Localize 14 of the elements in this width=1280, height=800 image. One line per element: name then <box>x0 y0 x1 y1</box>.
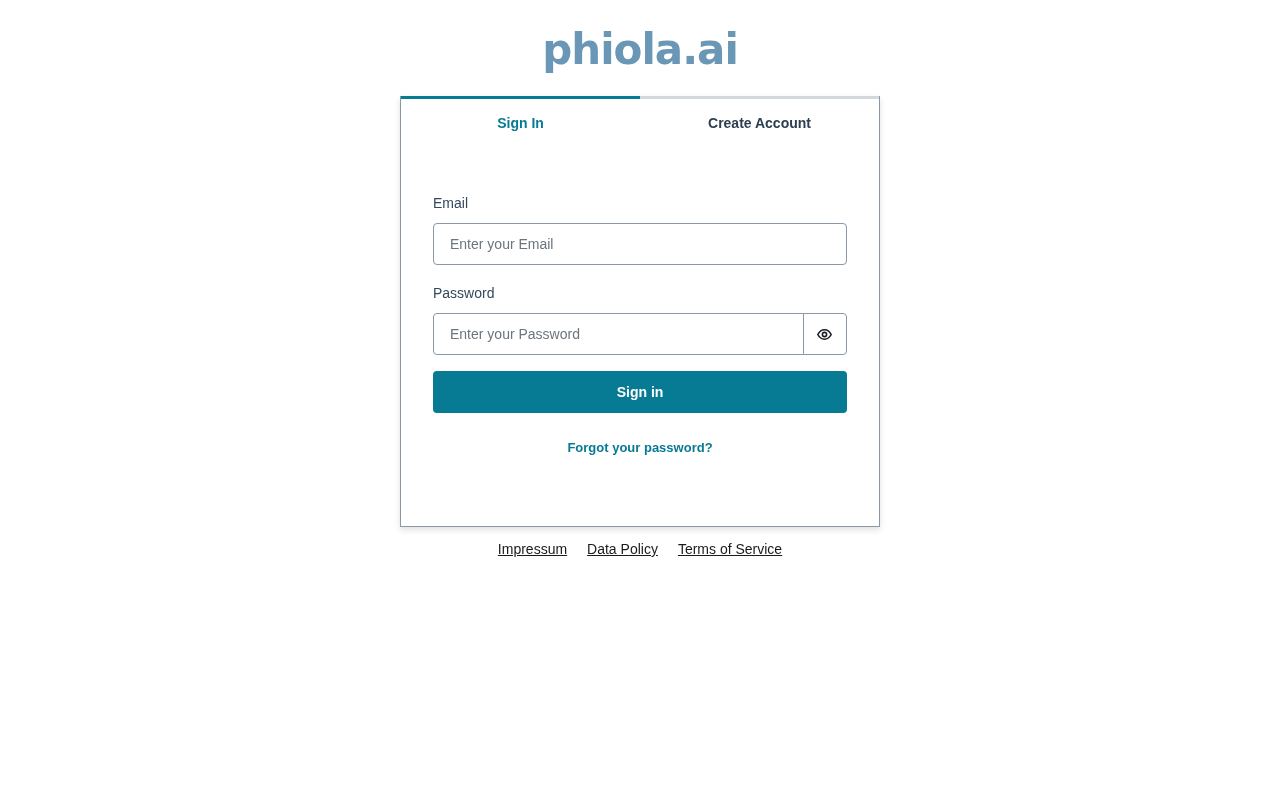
footer-link[interactable]: Data Policy <box>587 539 658 559</box>
tab[interactable]: Create Account <box>640 96 879 147</box>
field-label: Email <box>433 194 469 212</box>
footer-link[interactable]: Terms of Service <box>677 539 783 559</box>
show-password-button[interactable] <box>802 313 847 355</box>
eye-icon <box>817 328 833 340</box>
tab[interactable]: Sign In <box>401 96 640 147</box>
footer-link[interactable]: Impressum <box>497 539 568 559</box>
logo: phiola.ai <box>542 24 738 76</box>
field-label: Password <box>433 284 496 302</box>
sign-in-button[interactable]: Sign in <box>433 371 847 413</box>
forgot-password-link[interactable]: Forgot your password? <box>567 440 713 455</box>
email-field[interactable]: Enter your Email <box>433 223 847 265</box>
password-field[interactable]: Enter your Password <box>433 313 804 355</box>
